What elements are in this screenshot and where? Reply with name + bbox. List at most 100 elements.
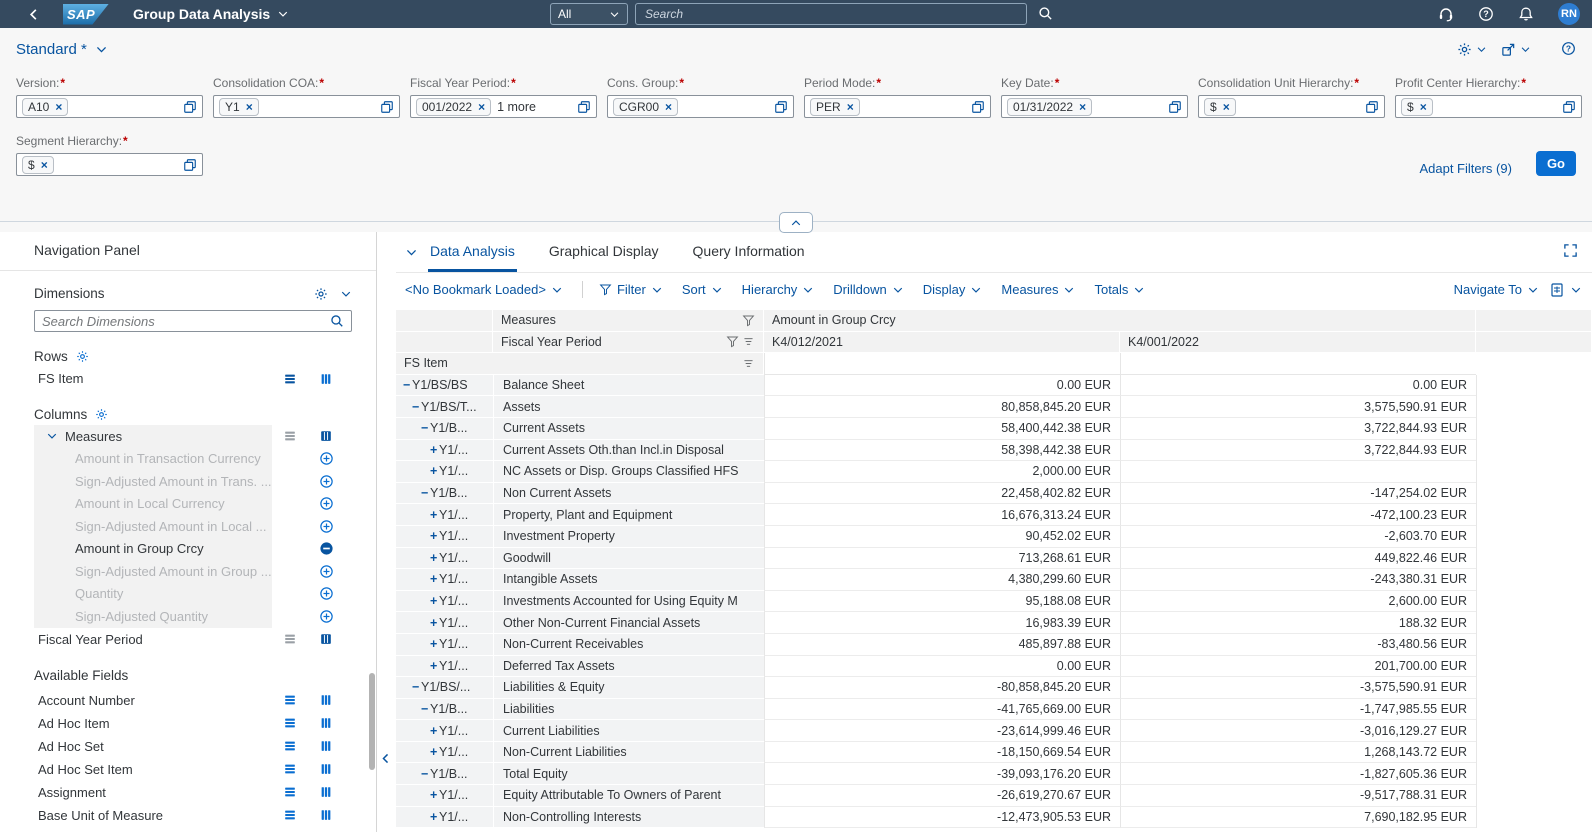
sort-icon[interactable] bbox=[742, 335, 755, 348]
fs-item-description-cell[interactable]: Non-Current Liabilities bbox=[493, 741, 764, 764]
gear-icon[interactable] bbox=[76, 350, 89, 363]
expand-collapse-icon[interactable]: + bbox=[430, 529, 439, 543]
expand-collapse-icon[interactable]: + bbox=[430, 616, 439, 630]
filter-token[interactable]: $ × bbox=[1401, 97, 1433, 116]
fs-item-description-cell[interactable]: Assets bbox=[493, 396, 764, 418]
value-help-icon[interactable] bbox=[774, 100, 788, 114]
search-dimensions-input[interactable]: Search Dimensions bbox=[34, 310, 352, 332]
fs-item-description-cell[interactable]: Goodwill bbox=[493, 547, 764, 570]
toggle-measure-icon[interactable] bbox=[319, 609, 334, 624]
expand-collapse-icon[interactable]: + bbox=[430, 724, 439, 738]
search-scope-select[interactable]: All bbox=[550, 3, 628, 25]
toggle-measure-icon[interactable] bbox=[319, 496, 334, 511]
token-remove-icon[interactable]: × bbox=[41, 159, 48, 171]
token-remove-icon[interactable]: × bbox=[1079, 101, 1086, 113]
hierarchy-node-cell[interactable]: + Y1/... bbox=[396, 439, 493, 462]
fs-item-description-cell[interactable]: Current Assets bbox=[493, 417, 764, 440]
fs-item-description-cell[interactable]: Current Assets Oth.than Incl.in Disposal bbox=[493, 439, 764, 462]
fiscal-dimension-header[interactable]: Fiscal Year Period bbox=[493, 331, 764, 354]
fs-item-description-cell[interactable]: Current Liabilities bbox=[493, 720, 764, 742]
filter-value-input[interactable]: A10 × bbox=[16, 95, 203, 118]
toggle-measure-icon[interactable] bbox=[319, 586, 334, 601]
dimension-item[interactable]: FS Item bbox=[34, 367, 376, 390]
hierarchy-node-cell[interactable]: − Y1/B... bbox=[396, 698, 493, 721]
filter-token[interactable]: $ × bbox=[22, 155, 54, 174]
column-header-period-2[interactable]: K4/001/2022 bbox=[1120, 331, 1476, 354]
toolbar-menu[interactable]: Drilldown bbox=[833, 282, 903, 297]
expand-collapse-icon[interactable]: + bbox=[430, 551, 439, 565]
hierarchy-node-cell[interactable]: + Y1/... bbox=[396, 785, 493, 807]
move-to-rows-icon[interactable] bbox=[283, 372, 297, 386]
filter-token[interactable]: A10 × bbox=[22, 97, 69, 116]
toolbar-menu[interactable]: Measures bbox=[1001, 282, 1075, 297]
measure-item[interactable]: Sign-Adjusted Amount in Local ... bbox=[34, 515, 376, 538]
value-help-icon[interactable] bbox=[1562, 100, 1576, 114]
value-help-icon[interactable] bbox=[577, 100, 591, 114]
hierarchy-node-cell[interactable]: − Y1/BS/BS bbox=[396, 374, 493, 397]
dimension-item[interactable]: Assignment bbox=[34, 781, 376, 804]
expand-collapse-icon[interactable]: − bbox=[421, 702, 430, 716]
search-icon[interactable] bbox=[1038, 5, 1053, 23]
move-to-rows-icon[interactable] bbox=[283, 693, 297, 707]
expand-collapse-icon[interactable]: + bbox=[430, 745, 439, 759]
token-remove-icon[interactable]: × bbox=[665, 101, 672, 113]
fs-item-description-cell[interactable]: Non-Controlling Interests bbox=[493, 806, 764, 829]
tab[interactable]: Graphical Display bbox=[547, 232, 661, 272]
value-help-icon[interactable] bbox=[1168, 100, 1182, 114]
toggle-measure-icon[interactable] bbox=[319, 564, 334, 579]
support-icon[interactable] bbox=[1438, 5, 1454, 23]
filter-token[interactable]: PER × bbox=[810, 97, 860, 116]
hierarchy-node-cell[interactable]: + Y1/... bbox=[396, 461, 493, 483]
hierarchy-node-cell[interactable]: + Y1/... bbox=[396, 504, 493, 526]
fs-item-header[interactable]: FS Item bbox=[396, 353, 764, 375]
panel-scrollbar[interactable] bbox=[369, 673, 375, 770]
token-remove-icon[interactable]: × bbox=[55, 101, 62, 113]
measure-item[interactable]: Amount in Group Crcy bbox=[34, 537, 376, 560]
value-help-icon[interactable] bbox=[183, 100, 197, 114]
hierarchy-node-cell[interactable]: + Y1/... bbox=[396, 590, 493, 613]
tab[interactable]: Query Information bbox=[691, 232, 807, 272]
hierarchy-node-cell[interactable]: + Y1/... bbox=[396, 720, 493, 742]
hierarchy-node-cell[interactable]: + Y1/... bbox=[396, 741, 493, 764]
move-to-rows-icon[interactable] bbox=[283, 762, 297, 776]
expand-collapse-icon[interactable]: + bbox=[430, 443, 439, 457]
share-menu[interactable] bbox=[1501, 42, 1531, 57]
gear-icon[interactable] bbox=[95, 408, 108, 421]
measures-group-header[interactable]: Measures bbox=[34, 425, 376, 448]
move-to-columns-icon[interactable] bbox=[319, 429, 333, 443]
filter-value-input[interactable]: 001/2022 × 1 more bbox=[410, 95, 597, 118]
expand-collapse-icon[interactable]: + bbox=[430, 788, 439, 802]
collapse-header-button[interactable] bbox=[779, 212, 813, 233]
hierarchy-node-cell[interactable]: − Y1/B... bbox=[396, 417, 493, 440]
move-to-rows-icon[interactable] bbox=[283, 632, 297, 646]
fs-item-description-cell[interactable]: Deferred Tax Assets bbox=[493, 655, 764, 678]
toolbar-menu[interactable]: Sort bbox=[682, 282, 723, 297]
fs-item-description-cell[interactable]: Liabilities & Equity bbox=[493, 677, 764, 699]
expand-collapse-icon[interactable]: + bbox=[430, 508, 439, 522]
filter-value-input[interactable]: PER × bbox=[804, 95, 991, 118]
go-button[interactable]: Go bbox=[1535, 151, 1576, 176]
toggle-measure-icon[interactable] bbox=[319, 541, 334, 556]
move-to-rows-icon[interactable] bbox=[283, 785, 297, 799]
dimension-item[interactable]: Bill-to Party bbox=[34, 827, 376, 832]
fs-item-description-cell[interactable]: Balance Sheet bbox=[493, 374, 764, 397]
measure-item[interactable]: Sign-Adjusted Amount in Group ... bbox=[34, 560, 376, 583]
notifications-icon[interactable] bbox=[1518, 5, 1534, 23]
fs-item-description-cell[interactable]: Intangible Assets bbox=[493, 569, 764, 591]
value-help-icon[interactable] bbox=[183, 158, 197, 172]
fs-item-description-cell[interactable]: Equity Attributable To Owners of Parent bbox=[493, 785, 764, 807]
move-to-columns-icon[interactable] bbox=[319, 693, 333, 707]
variant-selector[interactable]: Standard * bbox=[16, 41, 108, 58]
toggle-measure-icon[interactable] bbox=[319, 474, 334, 489]
bookmark-menu[interactable]: <No Bookmark Loaded> bbox=[405, 282, 563, 297]
measure-item[interactable]: Sign-Adjusted Amount in Trans. ... bbox=[34, 470, 376, 493]
back-icon[interactable] bbox=[26, 7, 41, 22]
expand-collapse-icon[interactable]: − bbox=[421, 486, 430, 500]
navigation-settings-icon[interactable] bbox=[314, 287, 328, 301]
filter-icon[interactable] bbox=[726, 335, 739, 348]
help-icon[interactable] bbox=[1478, 5, 1494, 23]
export-menu[interactable] bbox=[1549, 282, 1582, 298]
move-to-rows-icon[interactable] bbox=[283, 429, 297, 443]
navigate-to-menu[interactable]: Navigate To bbox=[1454, 282, 1539, 297]
column-header-period-1[interactable]: K4/012/2021 bbox=[764, 331, 1120, 354]
